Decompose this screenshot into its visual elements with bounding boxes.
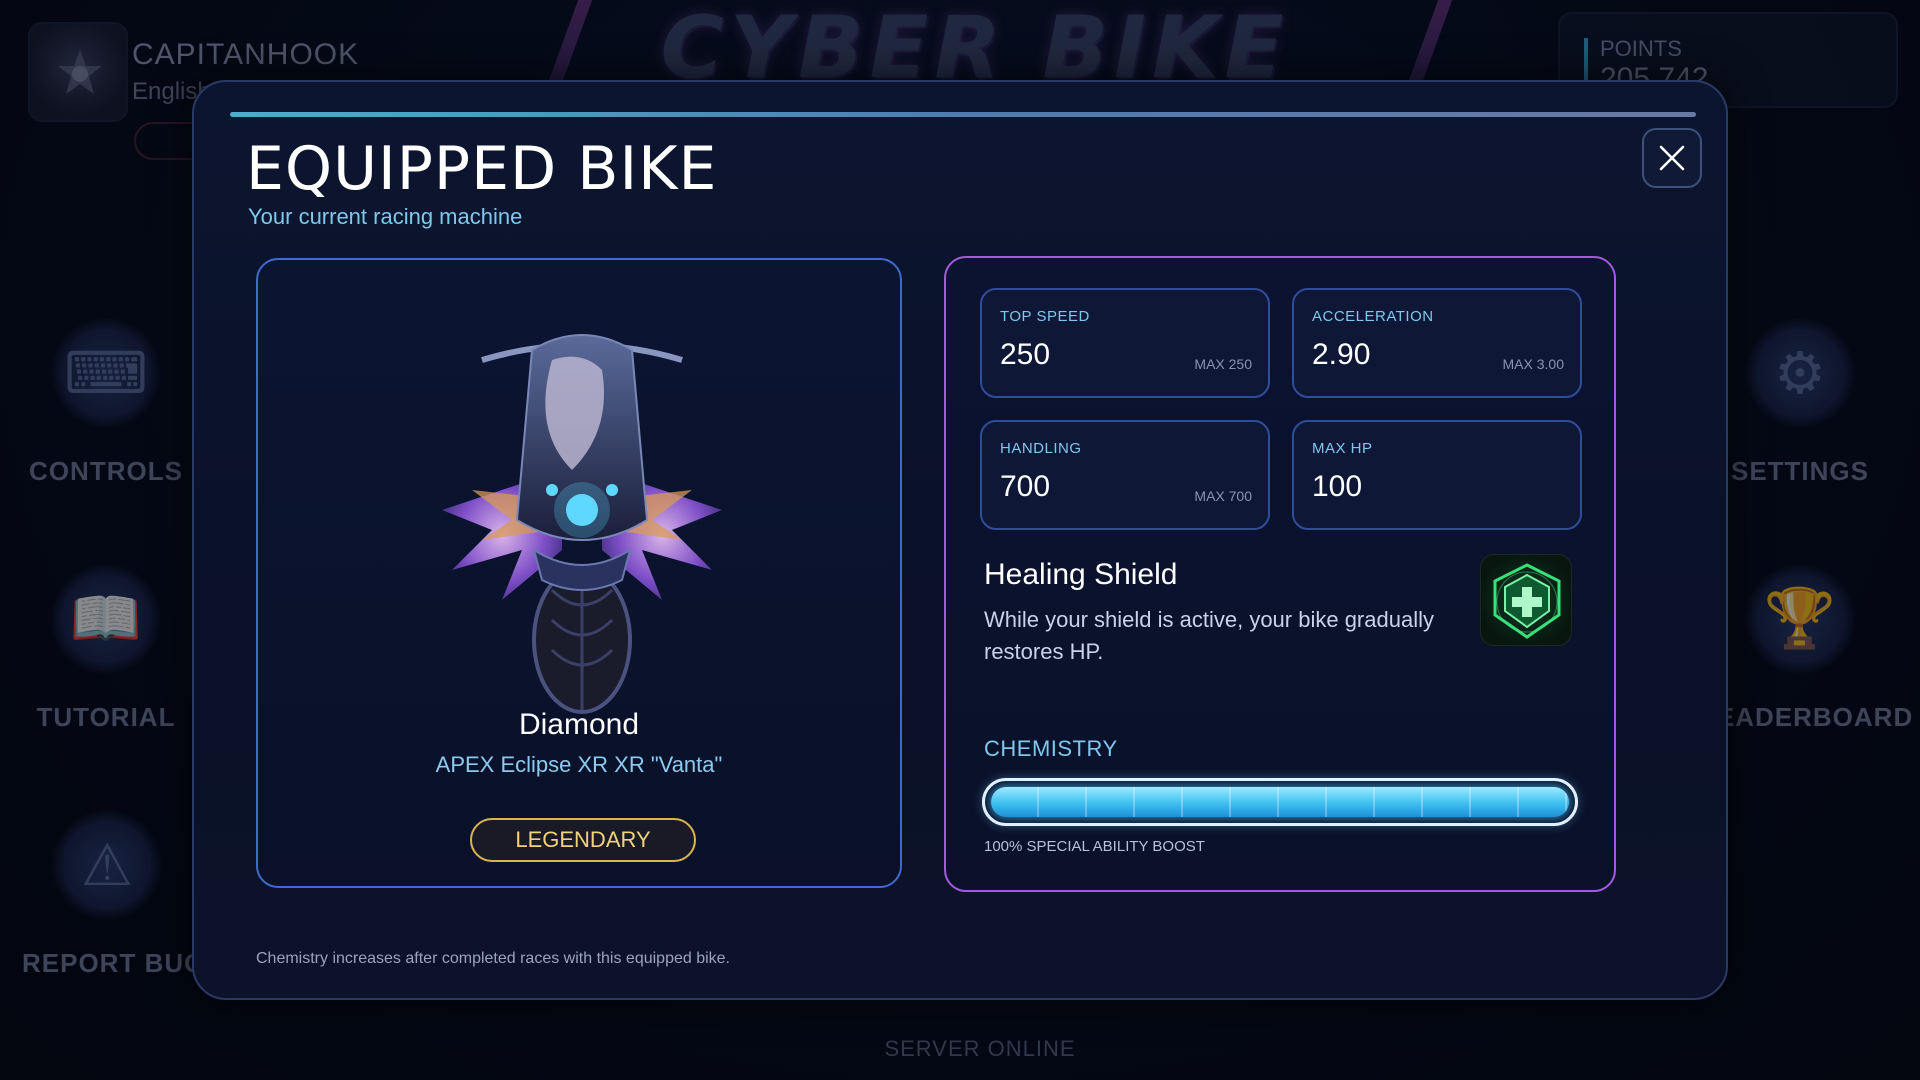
menu-item-report-bug[interactable]: ⚠ REPORT BUG bbox=[22, 810, 206, 979]
stat-max: MAX 3.00 bbox=[1502, 356, 1564, 372]
modal-subtitle: Your current racing machine bbox=[248, 204, 523, 229]
modal-title: EQUIPPED BIKE bbox=[246, 134, 718, 204]
chemistry-progress-fill bbox=[991, 787, 1569, 817]
stat-value: 100 bbox=[1312, 470, 1363, 503]
bike-image bbox=[442, 334, 722, 714]
chemistry-progress-bar bbox=[982, 778, 1578, 826]
healing-shield-icon bbox=[1480, 554, 1572, 646]
modal-accent-line bbox=[230, 112, 1696, 117]
server-status: SERVER ONLINE bbox=[884, 1036, 1076, 1061]
bike-card: Diamond APEX Eclipse XR XR "Vanta" LEGEN… bbox=[256, 258, 902, 888]
points-label: POINTS bbox=[1600, 36, 1682, 61]
stat-value: 700 bbox=[1000, 470, 1051, 503]
equipped-bike-modal: EQUIPPED BIKE Your current racing machin… bbox=[192, 80, 1728, 1000]
close-icon bbox=[1659, 145, 1685, 171]
gear-icon: ⚙ bbox=[1745, 318, 1855, 428]
avatar[interactable] bbox=[28, 22, 128, 122]
stat-max: MAX 250 bbox=[1194, 356, 1252, 372]
stat-value: 2.90 bbox=[1312, 338, 1371, 371]
footer-note: Chemistry increases after completed race… bbox=[256, 950, 730, 967]
menu-label-tutorial: TUTORIAL bbox=[36, 702, 176, 732]
stat-label: TOP SPEED bbox=[1000, 308, 1090, 325]
bike-model: APEX Eclipse XR XR "Vanta" bbox=[435, 752, 723, 777]
chemistry-caption: 100% SPECIAL ABILITY BOOST bbox=[984, 838, 1205, 855]
stat-label: HANDLING bbox=[1000, 440, 1082, 457]
menu-item-tutorial[interactable]: 📖 TUTORIAL bbox=[26, 564, 186, 733]
chemistry-label: CHEMISTRY bbox=[984, 736, 1118, 761]
ability-description: While your shield is active, your bike g… bbox=[984, 607, 1434, 664]
menu-item-leaderboard[interactable]: 🏆 LEADERBOARD bbox=[1700, 564, 1914, 733]
bug-icon: ⚠ bbox=[52, 810, 162, 920]
menu-item-settings[interactable]: ⚙ SETTINGS bbox=[1720, 318, 1880, 487]
bike-name: Diamond bbox=[518, 708, 640, 741]
ability-name: Healing Shield bbox=[984, 558, 1178, 591]
username: CAPITANHOOK bbox=[132, 38, 360, 71]
close-button[interactable] bbox=[1642, 128, 1702, 188]
menu-label-report-bug: REPORT BUG bbox=[22, 948, 206, 978]
book-icon: 📖 bbox=[51, 564, 161, 674]
stat-card-top-speed: TOP SPEED 250 MAX 250 bbox=[980, 288, 1270, 398]
keyboard-icon: ⌨ bbox=[51, 318, 161, 428]
rarity-badge: LEGENDARY bbox=[470, 818, 696, 862]
menu-label-controls: CONTROLS bbox=[29, 456, 183, 486]
stat-label: MAX HP bbox=[1312, 440, 1373, 457]
bike-stats-panel: TOP SPEED 250 MAX 250 ACCELERATION 2.90 … bbox=[944, 256, 1616, 892]
avatar-emblem-icon bbox=[58, 50, 102, 94]
stat-card-handling: HANDLING 700 MAX 700 bbox=[980, 420, 1270, 530]
stat-value: 250 bbox=[1000, 338, 1051, 371]
stat-label: ACCELERATION bbox=[1312, 308, 1434, 325]
stat-max: MAX 700 bbox=[1194, 488, 1252, 504]
menu-label-leaderboard: LEADERBOARD bbox=[1700, 702, 1914, 732]
menu-label-settings: SETTINGS bbox=[1730, 456, 1869, 486]
stat-card-max-hp: MAX HP 100 bbox=[1292, 420, 1582, 530]
stat-card-acceleration: ACCELERATION 2.90 MAX 3.00 bbox=[1292, 288, 1582, 398]
trophy-icon: 🏆 bbox=[1745, 564, 1855, 674]
menu-item-controls[interactable]: ⌨ CONTROLS bbox=[26, 318, 186, 487]
